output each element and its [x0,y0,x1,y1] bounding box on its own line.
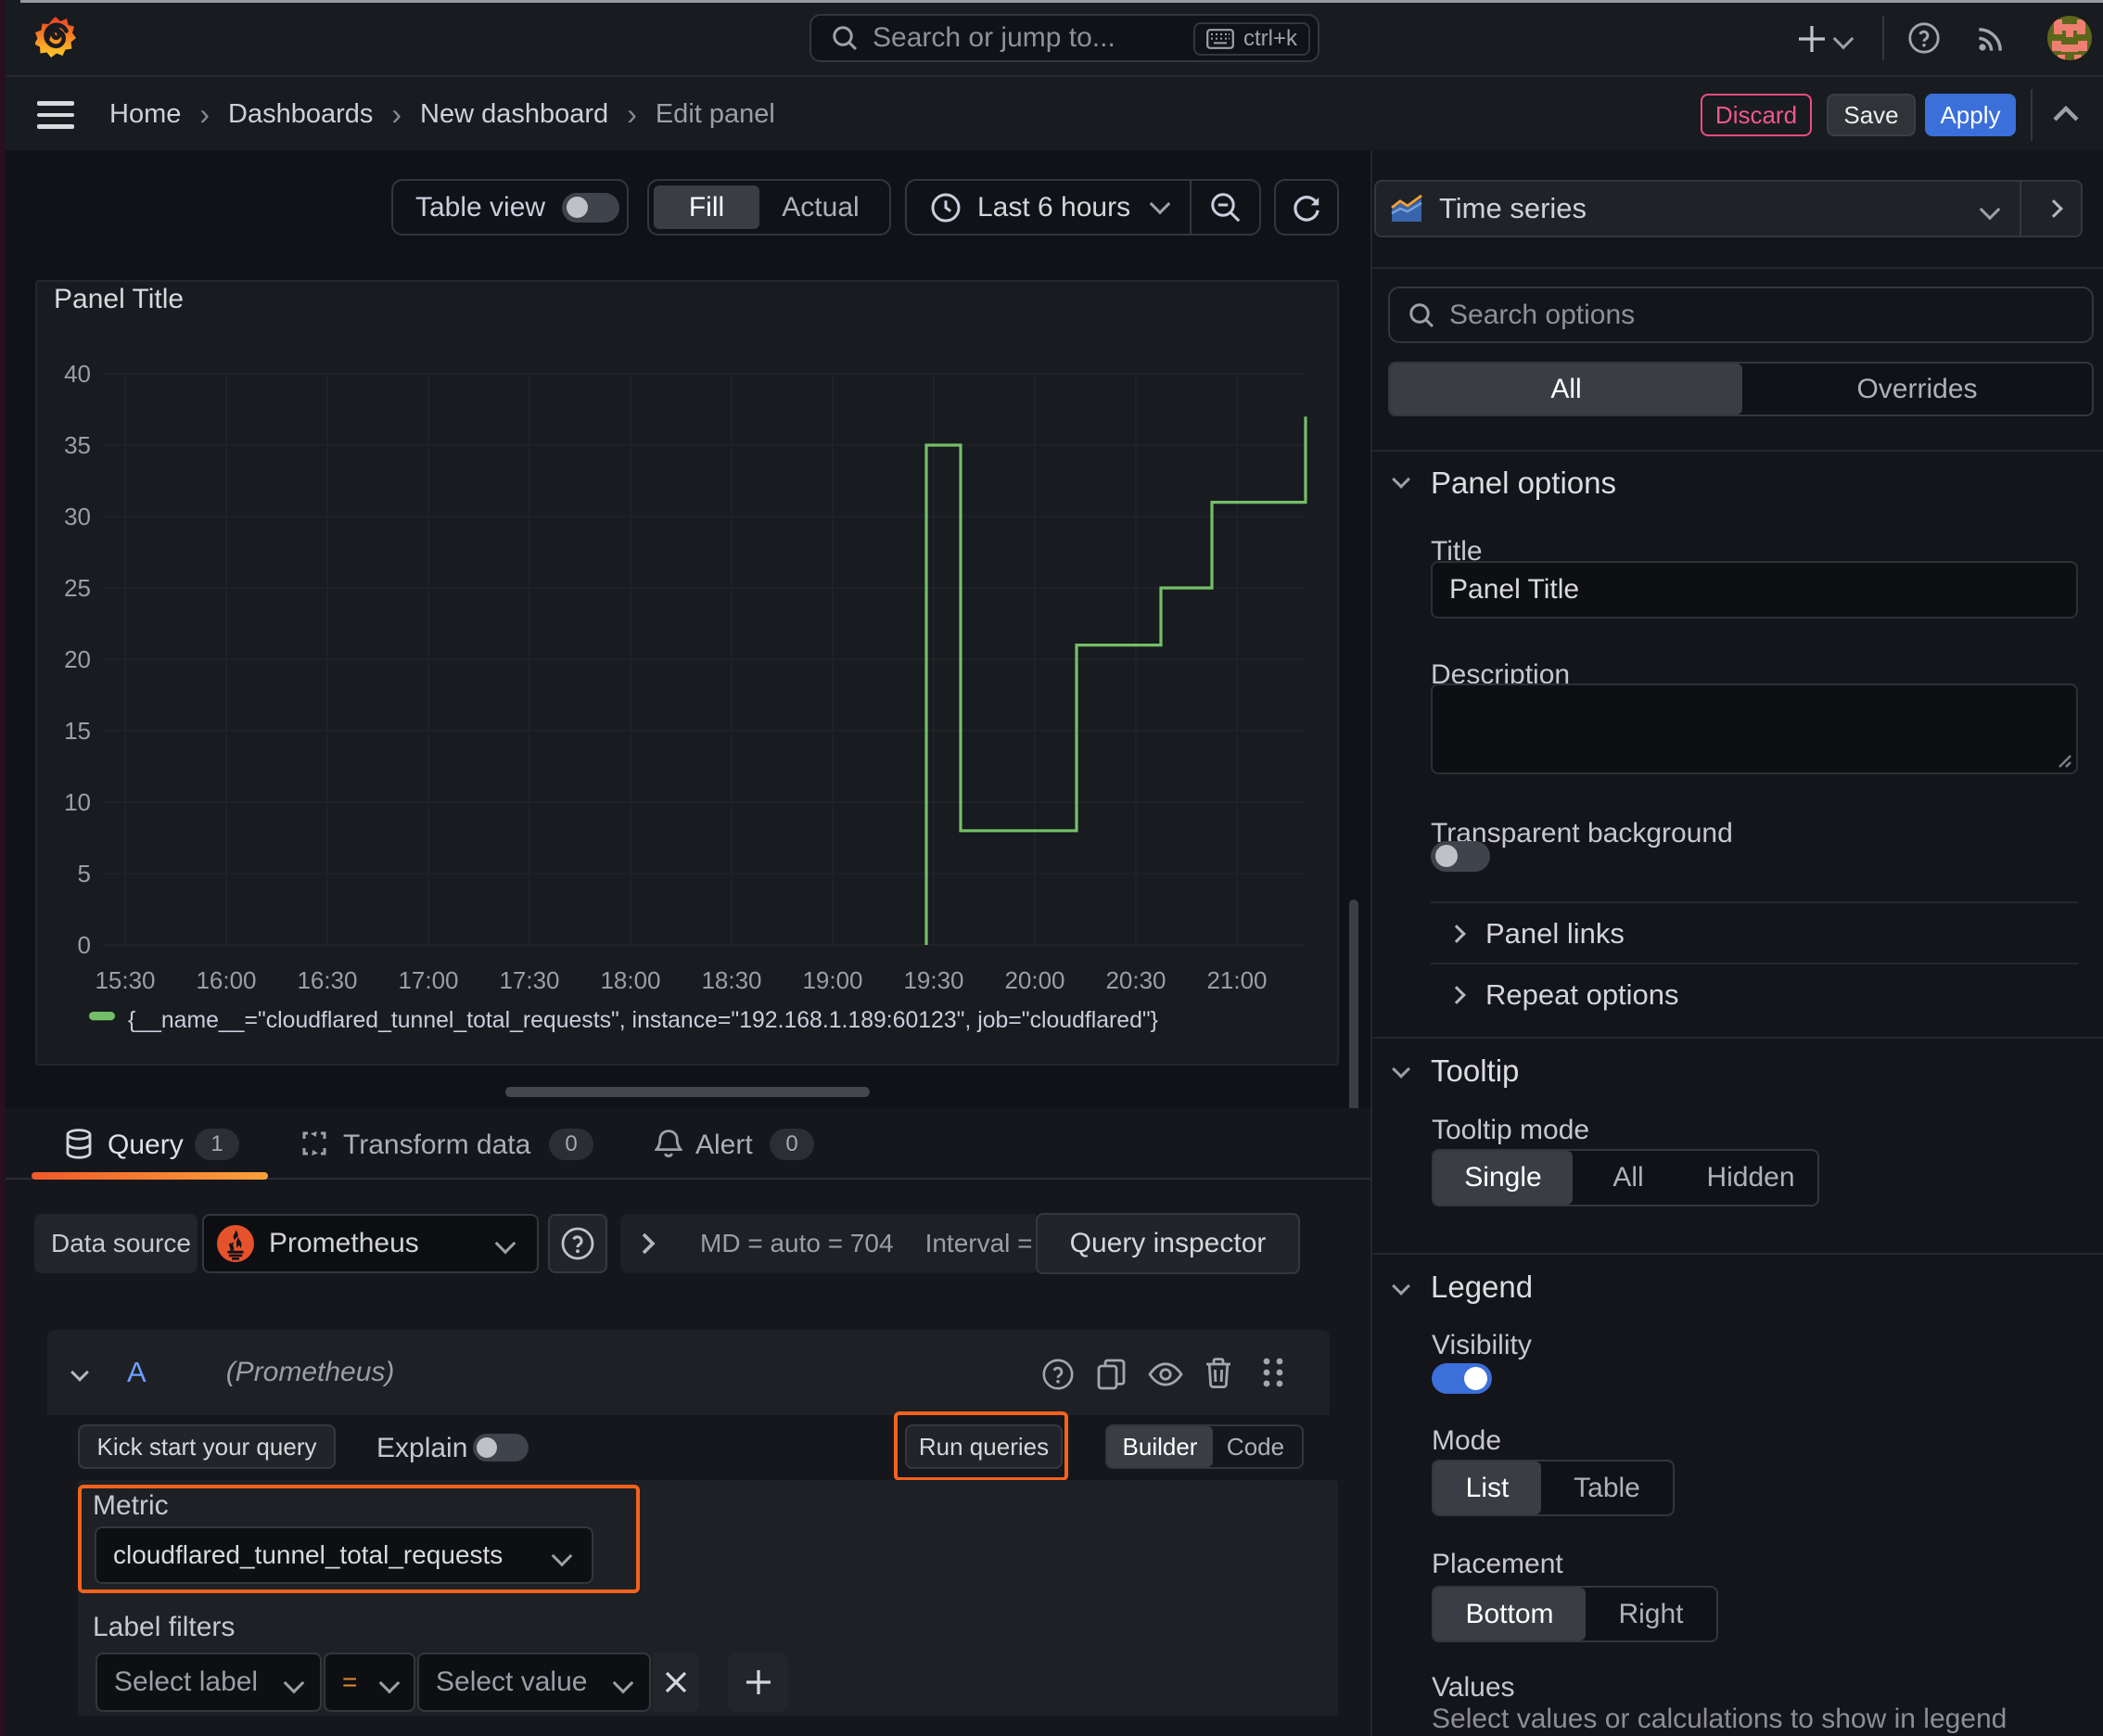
svg-text:21:00: 21:00 [1206,966,1267,994]
svg-text:16:00: 16:00 [196,966,256,994]
svg-text:19:30: 19:30 [903,966,963,994]
svg-text:0: 0 [78,931,91,959]
svg-text:18:30: 18:30 [701,966,761,994]
svg-text:40: 40 [64,360,91,388]
svg-text:30: 30 [64,503,91,530]
svg-text:16:30: 16:30 [297,966,357,994]
svg-text:15:30: 15:30 [95,966,155,994]
svg-text:15: 15 [64,717,91,745]
svg-text:20: 20 [64,645,91,673]
svg-text:17:30: 17:30 [499,966,559,994]
svg-text:5: 5 [78,860,91,887]
svg-text:10: 10 [64,788,91,816]
svg-text:20:00: 20:00 [1004,966,1064,994]
svg-text:18:00: 18:00 [600,966,660,994]
svg-text:19:00: 19:00 [802,966,862,994]
svg-text:17:00: 17:00 [398,966,458,994]
svg-text:20:30: 20:30 [1105,966,1166,994]
svg-text:25: 25 [64,574,91,602]
svg-text:{__name__="cloudflared_tunnel_: {__name__="cloudflared_tunnel_total_requ… [128,1008,1158,1033]
svg-text:35: 35 [64,431,91,459]
